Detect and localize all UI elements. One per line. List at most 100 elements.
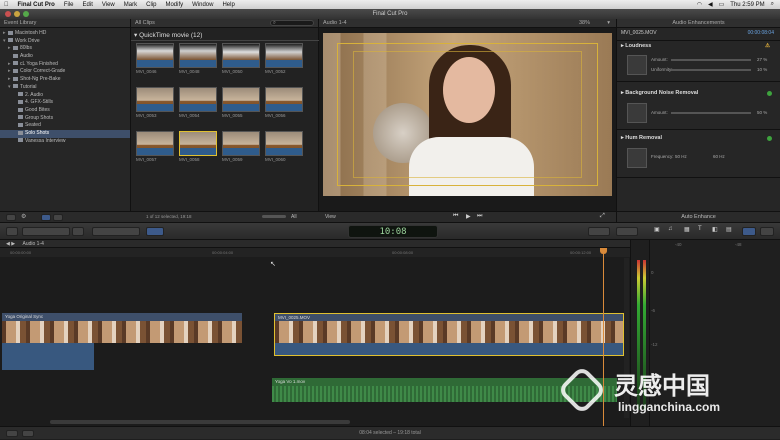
library-item[interactable]: Vanessa Interview [0, 138, 130, 146]
menu-modify[interactable]: Modify [165, 2, 183, 8]
keyword-button[interactable] [588, 227, 610, 236]
noise-removal-enabled-icon[interactable] [767, 91, 772, 96]
clip-appearance-buttons[interactable] [22, 227, 70, 236]
browser-clip[interactable]: MVI_0059 [222, 131, 260, 163]
browser-clip-selected[interactable]: MVI_0058 [179, 131, 217, 163]
noise-amount-value[interactable]: 50 % [757, 110, 767, 115]
library-item[interactable]: ▸ Color Correct-Grade [0, 68, 130, 76]
menu-file[interactable]: File [64, 2, 74, 8]
zoom-icon[interactable] [72, 227, 84, 236]
filmstrip-view-button[interactable] [41, 214, 51, 221]
project-library-button[interactable] [6, 227, 18, 236]
inspector-toggle-button[interactable] [742, 227, 756, 236]
music-icon[interactable]: ♫ [668, 226, 673, 232]
menu-clip[interactable]: Clip [146, 2, 156, 8]
camera-icon[interactable]: ▣ [654, 226, 660, 233]
browser-clip[interactable]: MVI_0054 [179, 87, 217, 119]
close-window-icon[interactable] [5, 11, 11, 17]
spotlight-icon[interactable]: ⌕ [771, 1, 774, 8]
timeline-horizontal-scrollbar[interactable] [50, 420, 350, 424]
browser-clip[interactable]: MVI_0050 [222, 43, 260, 75]
primary-clip-label[interactable]: Yoga Original Sync [2, 313, 242, 321]
disclosure-triangle-icon[interactable]: ▸ [621, 135, 624, 141]
library-item[interactable]: ▸ 80lbs [0, 45, 130, 53]
video-frame[interactable] [323, 33, 612, 196]
library-item[interactable]: ▸ Shot-Ng Pre-Bake [0, 76, 130, 84]
library-item[interactable]: 4. GFX-Stills [0, 99, 130, 107]
forward-icon[interactable]: ▶ [11, 241, 15, 247]
back-icon[interactable]: ◀ [6, 241, 10, 247]
browser-clip[interactable]: MVI_0055 [222, 87, 260, 119]
browser-clip[interactable]: MVI_0053 [136, 87, 174, 119]
select-tool-button[interactable] [146, 227, 164, 236]
disclosure-triangle-icon[interactable]: ▾ [134, 32, 137, 39]
library-item[interactable]: Seated [0, 122, 130, 130]
library-item[interactable]: ▾ Work Drive [0, 38, 130, 46]
menu-edit[interactable]: Edit [83, 2, 93, 8]
browser-search-field[interactable] [270, 20, 314, 26]
primary-clip-audio[interactable] [2, 343, 94, 370]
menubar-clock[interactable]: Thu 2:59 PM [730, 2, 764, 8]
library-item[interactable]: ▸ Macintosh HD [0, 30, 130, 38]
auto-enhance-button[interactable]: Auto Enhance [617, 211, 780, 222]
primary-clip-filmstrip[interactable] [2, 321, 242, 343]
browser-clip[interactable]: MVI_0060 [265, 131, 303, 163]
menu-help[interactable]: Help [222, 2, 234, 8]
volume-icon[interactable]: ◀ [708, 1, 713, 8]
play-icon[interactable]: ▶ [466, 213, 471, 220]
disclosure-triangle-icon[interactable]: ▸ [621, 43, 624, 49]
loudness-amount-value[interactable]: 27 % [757, 57, 767, 62]
clip-group-header[interactable]: ▾ QuickTime movie (12) [134, 31, 202, 39]
library-item-selected[interactable]: Solo Shots [0, 129, 130, 138]
theme-icon[interactable]: ▤ [726, 226, 732, 233]
view-menu[interactable]: View [325, 214, 336, 220]
menu-window[interactable]: Window [192, 2, 213, 8]
browser-clip[interactable]: MVI_0048 [179, 43, 217, 75]
gear-icon[interactable]: ⚙ [21, 213, 26, 220]
fullscreen-icon[interactable]: ⤢ [600, 213, 605, 220]
noise-amount-slider[interactable] [671, 112, 751, 114]
hum-60hz-option[interactable]: 60 Hz [713, 154, 725, 159]
loudness-amount-slider[interactable] [671, 59, 751, 61]
library-item[interactable]: Audio [0, 53, 130, 61]
thumbnail-size-slider[interactable] [262, 215, 286, 218]
browser-clip[interactable]: MVI_0057 [136, 131, 174, 163]
battery-icon[interactable]: ▭ [719, 1, 725, 8]
selected-clip-label[interactable]: MVI_0025.MOV [274, 313, 624, 321]
loudness-uniformity-slider[interactable] [671, 69, 751, 71]
duration-filter[interactable]: All [291, 214, 297, 220]
list-view-button[interactable] [53, 214, 63, 221]
menu-view[interactable]: View [102, 2, 115, 8]
background-tasks-button[interactable] [22, 430, 34, 437]
clip-filter-menu[interactable]: All Clips [135, 20, 155, 26]
minimize-window-icon[interactable] [14, 11, 20, 17]
library-item[interactable]: ▾ Tutorial [0, 84, 130, 92]
zoom-window-icon[interactable] [23, 11, 29, 17]
timeline[interactable]: ◀ ▶ Audio 1-4 00:00:00:00 00:00:04:00 00… [0, 240, 630, 426]
library-item[interactable]: 2. Audio [0, 92, 130, 100]
playhead-handle[interactable] [600, 248, 607, 254]
dashboard-timecode[interactable]: 10:08 [348, 225, 438, 238]
loudness-uniformity-value[interactable]: 10 % [757, 67, 767, 72]
library-item[interactable]: Group Shots [0, 115, 130, 123]
library-item[interactable]: ▸ cL Yoga Finished [0, 61, 130, 69]
library-toggle-button[interactable] [6, 214, 16, 221]
photo-icon[interactable]: ▦ [684, 226, 690, 233]
viewer-zoom-menu[interactable]: 38% [579, 19, 590, 28]
menu-mark[interactable]: Mark [124, 2, 137, 8]
edit-buttons[interactable] [92, 227, 140, 236]
disclosure-triangle-icon[interactable]: ▸ [621, 90, 624, 96]
audio-meters-toggle[interactable] [6, 430, 18, 437]
selected-clip-filmstrip[interactable] [274, 321, 624, 343]
selected-clip-audio[interactable] [274, 343, 624, 356]
browser-clip[interactable]: MVI_0046 [136, 43, 174, 75]
browser-clip[interactable]: MVI_0052 [265, 43, 303, 75]
play-forward-icon[interactable]: ⏭ [477, 213, 482, 220]
apple-icon[interactable]:  [4, 2, 9, 8]
app-menu[interactable]: Final Cut Pro [18, 2, 55, 8]
library-item[interactable]: Good Bites [0, 107, 130, 115]
play-reverse-icon[interactable]: ⏮ [453, 213, 458, 220]
browser-clip[interactable]: MVI_0056 [265, 87, 303, 119]
title-icon[interactable]: T [698, 226, 702, 232]
generator-icon[interactable]: ◧ [712, 226, 718, 233]
